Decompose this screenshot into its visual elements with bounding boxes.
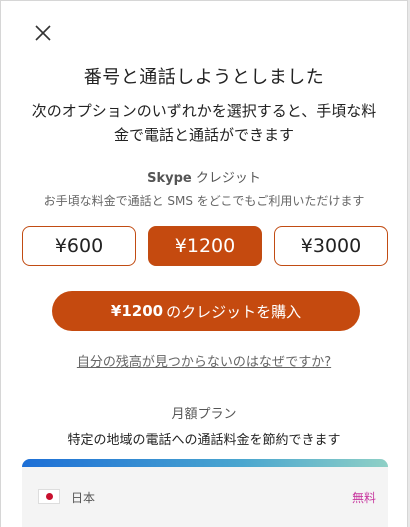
plan-country: 日本 <box>71 491 96 505</box>
dialog-subtitle: 次のオプションのいずれかを選択すると、手頃な料金で電話と通話ができます <box>31 102 377 144</box>
amount-option-3000[interactable]: ¥3000 <box>274 226 388 266</box>
credit-description: お手頃な料金で通話と SMS をどこでもご利用いただけます <box>43 194 365 208</box>
credit-amount-options: ¥600 ¥1200 ¥3000 <box>22 226 390 268</box>
buy-label: のクレジットを購入 <box>166 302 302 321</box>
skype-brand-label: Skype <box>147 171 192 186</box>
plan-free-badge: 無料 <box>351 491 376 505</box>
credit-label: クレジット <box>195 171 261 186</box>
buy-amount: ¥1200 <box>110 302 164 320</box>
plan-description: 特定の地域の電話への通話料金を節約できます <box>67 433 341 448</box>
buy-credit-dialog: 番号と通話しようとしました 次のオプションのいずれかを選択すると、手頃な料金で電… <box>0 0 408 527</box>
japan-flag-icon <box>38 489 60 504</box>
credit-heading: Skype クレジット <box>1 167 407 186</box>
plan-card-header <box>22 459 388 467</box>
plan-heading: 月額プラン <box>171 407 237 422</box>
close-icon[interactable] <box>31 21 55 45</box>
buy-credit-button[interactable]: ¥1200 のクレジットを購入 <box>52 291 360 331</box>
dialog-title: 番号と通話しようとしました <box>83 67 325 88</box>
amount-option-1200[interactable]: ¥1200 <box>148 226 262 266</box>
balance-help-link[interactable]: 自分の残高が見つからないのはなぜですか? <box>1 351 407 370</box>
amount-option-600[interactable]: ¥600 <box>22 226 136 266</box>
plan-card[interactable]: 日本 無料 <box>22 459 388 527</box>
